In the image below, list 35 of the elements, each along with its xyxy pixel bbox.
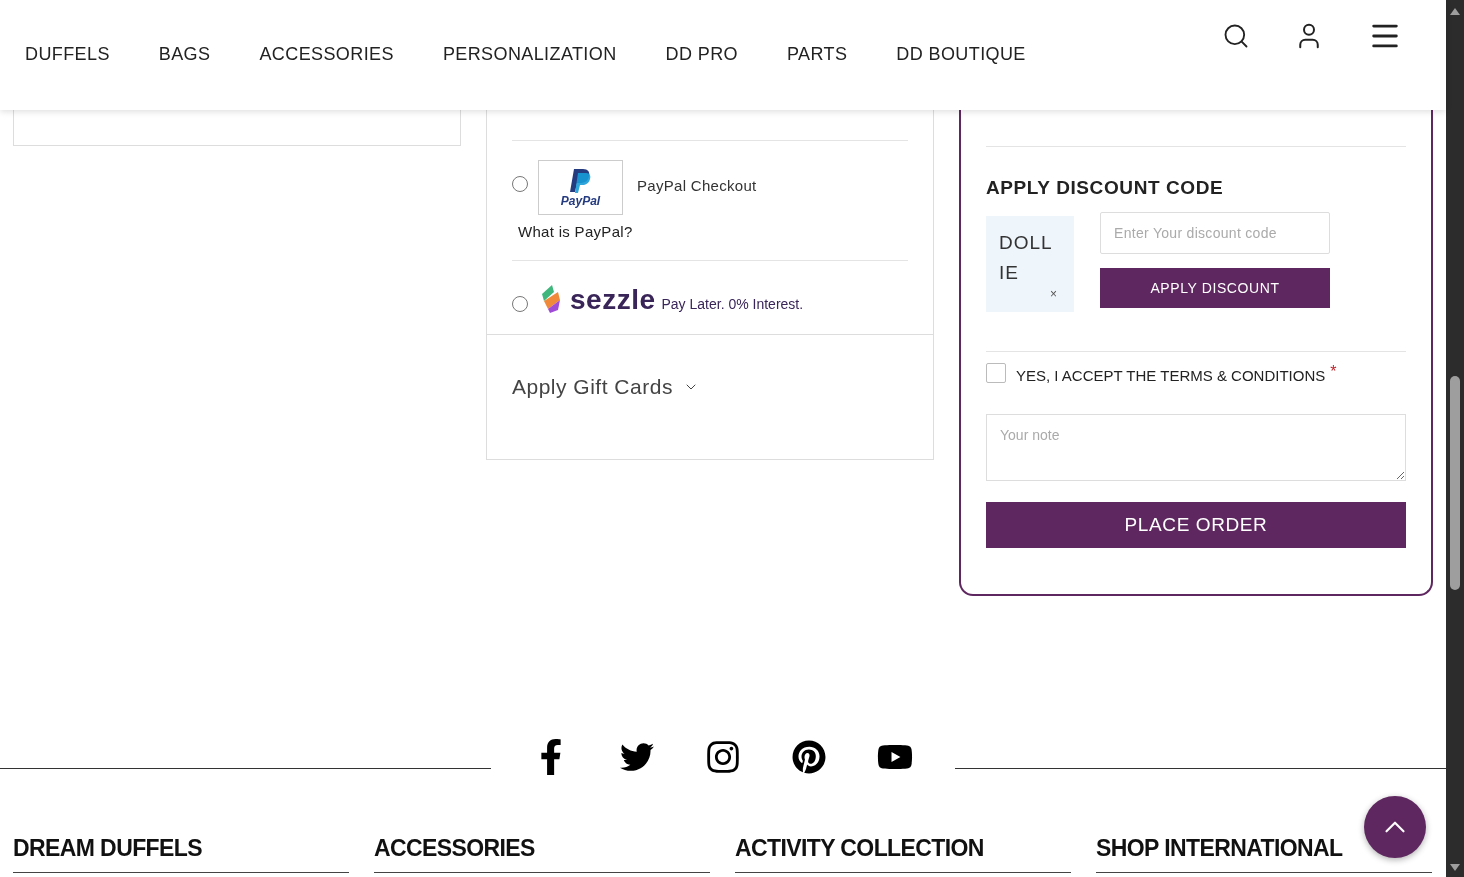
radio-button[interactable] <box>512 176 528 192</box>
search-icon[interactable] <box>1222 22 1250 50</box>
footer-heading: ACCESSORIES <box>374 835 710 873</box>
required-mark: * <box>1330 362 1337 381</box>
nav-link[interactable]: DD PRO <box>665 44 738 65</box>
scrollbar[interactable] <box>1446 0 1464 877</box>
footer-heading: DREAM DUFFELS <box>13 835 349 873</box>
nav-link[interactable]: DD BOUTIQUE <box>896 44 1026 65</box>
footer-heading: ACTIVITY COLLECTION <box>735 835 1071 873</box>
discount-code: DOLLIE <box>999 231 1054 285</box>
note-field[interactable]: Your note <box>986 414 1406 481</box>
twitter-icon[interactable] <box>619 740 655 774</box>
scroll-to-top-button[interactable] <box>1364 796 1426 858</box>
place-order-button[interactable]: PLACE ORDER <box>986 502 1406 548</box>
terms-checkbox[interactable] <box>986 362 1006 383</box>
instagram-icon[interactable] <box>705 739 741 775</box>
section-title: APPLY DISCOUNT CODE <box>986 177 1225 199</box>
pinterest-icon[interactable] <box>791 740 827 774</box>
payment-label: PayPal Checkout <box>637 177 757 194</box>
paypal-mark-icon <box>568 167 593 194</box>
what-is-paypal-link[interactable]: What is PayPal? <box>518 223 908 240</box>
nav-link[interactable]: ACCESSORIES <box>259 44 394 65</box>
gift-cards-toggle[interactable]: Apply Gift Cards <box>512 375 699 399</box>
nav-link[interactable]: DUFFELS <box>25 44 110 65</box>
radio-button[interactable] <box>512 296 528 312</box>
nav-link[interactable]: BAGS <box>158 44 211 65</box>
apply-discount-button[interactable]: APPLY DISCOUNT <box>1100 268 1330 308</box>
nav-link[interactable]: PERSONALIZATION <box>442 44 617 65</box>
logo-text: PayPal <box>560 193 601 208</box>
discount-code-field[interactable]: Enter Your discount code <box>1100 212 1330 254</box>
nav-link[interactable]: PARTS <box>787 44 848 65</box>
logo-tagline: Pay Later. 0% Interest. <box>661 296 804 314</box>
remove-code-button[interactable]: × <box>1050 288 1057 300</box>
logo-text: sezzle <box>570 286 656 314</box>
terms-label: YES, I ACCEPT THE TERMS & CONDITIONS <box>1016 367 1326 384</box>
